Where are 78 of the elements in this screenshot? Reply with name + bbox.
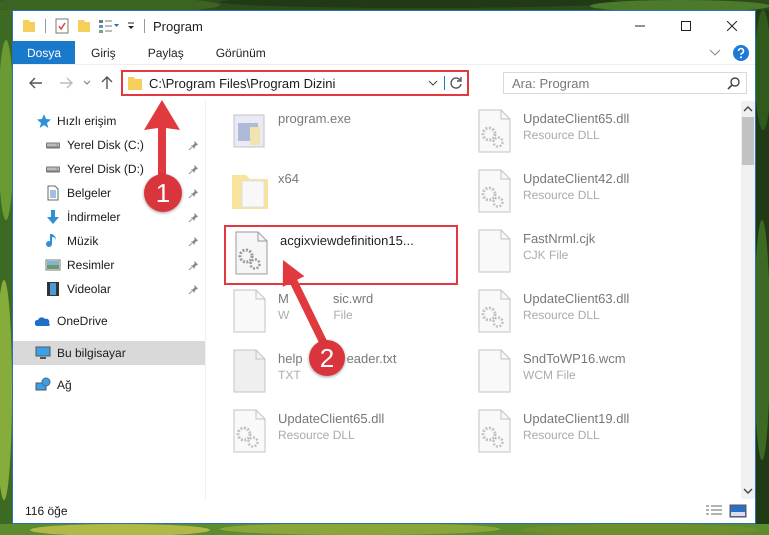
sidebar-item[interactable]: OneDrive: [13, 309, 205, 333]
sidebar-item[interactable]: Bu bilgisayar: [13, 341, 205, 365]
item-count: 116 öğe: [25, 504, 68, 518]
file-name: eader.txt: [346, 351, 396, 366]
file-name: program.exe: [278, 111, 351, 126]
file-type: W: [278, 308, 290, 322]
monitor-icon: [35, 345, 51, 361]
maximize-icon: [681, 21, 691, 31]
pin-icon[interactable]: [188, 284, 199, 294]
pin-icon[interactable]: [188, 164, 199, 174]
file-type: TXT: [278, 368, 301, 382]
file-name: FastNrml.cjk: [523, 231, 596, 246]
file-name: x64: [278, 171, 299, 186]
caret-icon[interactable]: [428, 80, 438, 86]
search-icon: [727, 76, 741, 90]
file-type: Resource DLL: [278, 428, 355, 442]
film-icon: [45, 281, 61, 297]
drive-icon: [45, 166, 61, 172]
help-icon[interactable]: [733, 44, 749, 60]
download-icon: [45, 209, 61, 225]
drive-icon: [45, 142, 61, 148]
file-type: Resource DLL: [523, 128, 600, 142]
back-arrow-icon[interactable]: [29, 77, 43, 89]
expand-ribbon-icon[interactable]: [709, 48, 721, 56]
file-name: acgixviewdefinition15...: [280, 233, 414, 248]
scroll-down-icon[interactable]: [743, 488, 753, 494]
sidebar-item[interactable]: Ağ: [13, 373, 205, 397]
sidebar-item[interactable]: İndirmeler: [45, 209, 120, 225]
search-field[interactable]: Ara: Program: [503, 72, 747, 94]
file-type: Resource DLL: [523, 188, 600, 202]
close-icon: [727, 21, 737, 31]
window-title: Program: [153, 18, 203, 34]
ribbon-tab[interactable]: Görünüm: [200, 41, 282, 64]
network-icon: [35, 377, 51, 393]
scroll-up-icon[interactable]: [743, 106, 753, 112]
sidebar-item[interactable]: Yerel Disk (D:): [45, 162, 144, 176]
sidebar-item[interactable]: Müzik: [45, 233, 98, 249]
checklist-icon[interactable]: [54, 18, 70, 34]
ribbon-tab[interactable]: Paylaş: [132, 41, 200, 64]
file-name: UpdateClient42.dll: [523, 171, 630, 186]
properties-icon[interactable]: [98, 18, 120, 34]
file-type: Resource DLL: [523, 428, 600, 442]
pin-icon[interactable]: [188, 236, 199, 246]
sidebar-item[interactable]: Hızlı erişim: [13, 109, 205, 133]
pin-icon[interactable]: [188, 212, 199, 222]
file-name: UpdateClient65.dll: [523, 111, 630, 126]
file-name: UpdateClient63.dll: [523, 291, 630, 306]
file-name: UpdateClient19.dll: [523, 411, 630, 426]
pin-icon[interactable]: [188, 260, 199, 270]
address-bar[interactable]: C:\Program Files\Program Dizini: [121, 70, 469, 96]
file-type: CJK File: [523, 248, 568, 262]
ribbon-tab[interactable]: Giriş: [75, 41, 132, 64]
image-icon: [45, 257, 61, 273]
pin-icon[interactable]: [188, 140, 199, 150]
sidebar-item[interactable]: Belgeler: [45, 185, 112, 201]
star-icon: [35, 113, 51, 129]
sidebar-item[interactable]: Videolar: [45, 281, 111, 297]
file-name: sic.wrd: [332, 291, 374, 306]
file-type: Resource DLL: [523, 308, 600, 322]
sidebar-item[interactable]: Yerel Disk (C:): [45, 138, 144, 152]
folder-icon: [127, 75, 143, 91]
scroll-thumb[interactable]: [742, 117, 754, 165]
scrollbar[interactable]: [741, 101, 755, 499]
ribbon-tab[interactable]: Dosya: [13, 41, 76, 64]
file-name: M: [278, 291, 289, 306]
file-name: UpdateClient65.dll: [278, 411, 384, 426]
caret-icon[interactable]: [83, 80, 91, 86]
up-arrow-icon[interactable]: [101, 76, 113, 90]
sidebar-item[interactable]: Resimler: [45, 257, 114, 273]
file-name: help: [278, 351, 303, 366]
file-type: WCM File: [523, 368, 576, 382]
file-type: File: [333, 308, 353, 322]
document-icon: [45, 185, 61, 201]
file-name: SndToWP16.wcm: [523, 351, 626, 366]
thumbnail-view-icon[interactable]: [729, 504, 747, 518]
minimize-icon: [635, 25, 645, 27]
dropdown-icon[interactable]: [126, 21, 136, 31]
pin-icon[interactable]: [188, 188, 199, 198]
